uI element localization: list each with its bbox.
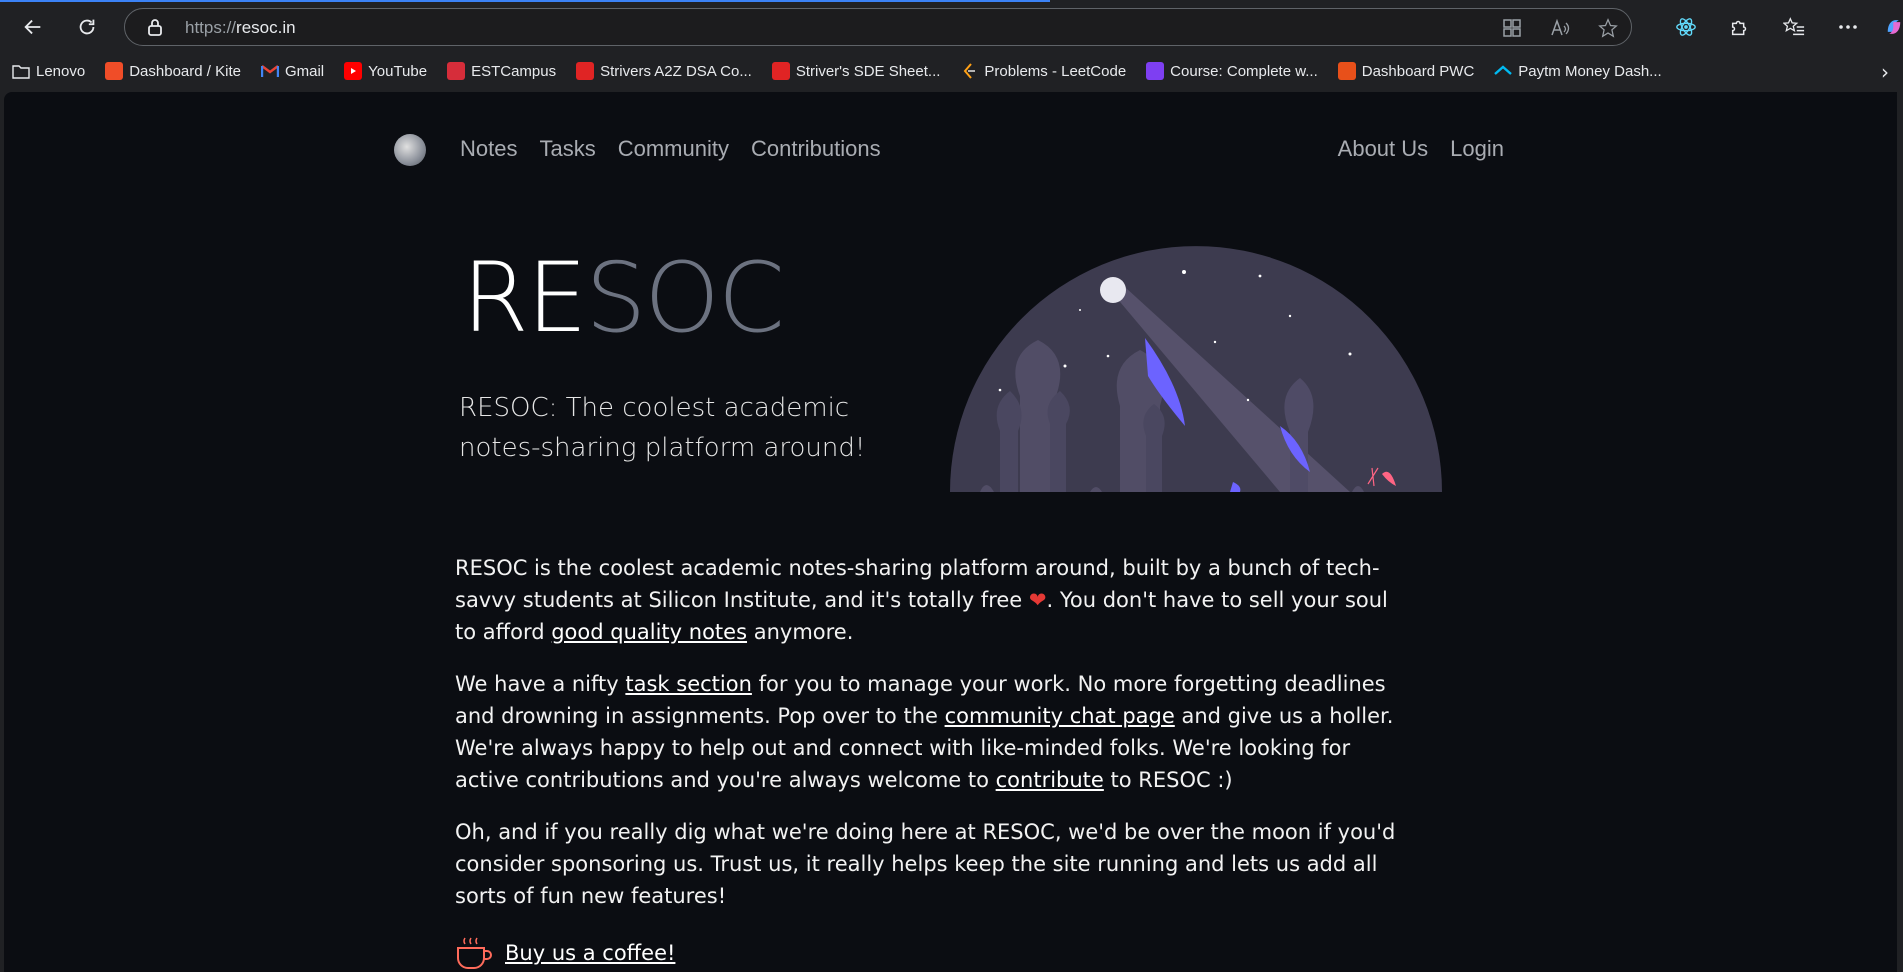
bookmark-item[interactable]: ESTCampus (447, 62, 556, 80)
intro-paragraph: RESOC is the coolest academic notes-shar… (455, 556, 1388, 644)
coffee-cup-icon (457, 937, 492, 969)
bookmark-label: Lenovo (36, 62, 86, 80)
course-icon (1146, 62, 1165, 80)
nav-link-tasks[interactable]: Tasks (539, 136, 595, 162)
bookmark-item[interactable]: Strivers A2Z DSA Co... (576, 62, 752, 80)
bookmark-item[interactable]: Dashboard / Kite (105, 62, 241, 80)
features-paragraph: We have a nifty task section for you to … (455, 672, 1394, 792)
bookmark-item[interactable]: Problems - LeetCode (960, 62, 1126, 80)
bookmarks-overflow-chevron-icon[interactable]: › (1881, 60, 1889, 84)
pwc-icon (1337, 62, 1356, 80)
bookmark-label: Striver's SDE Sheet... (795, 62, 941, 80)
bookmark-item[interactable]: Striver's SDE Sheet... (771, 62, 941, 80)
heart-icon: ❤ (1028, 588, 1047, 612)
nav-link-contributions[interactable]: Contributions (751, 136, 881, 162)
bookmark-item[interactable]: YouTube (344, 62, 427, 80)
bookmark-label: Course: Complete w... (1170, 62, 1318, 80)
site-nav-left: Notes Tasks Community Contributions (460, 136, 881, 162)
leetcode-icon (960, 62, 978, 80)
youtube-icon (344, 62, 363, 80)
bookmark-item[interactable]: Course: Complete w... (1146, 62, 1318, 80)
url-text[interactable]: https://resoc.in (185, 18, 296, 38)
react-devtools-icon[interactable] (1669, 10, 1703, 44)
good-quality-notes-link[interactable]: good quality notes (551, 620, 747, 644)
address-bar[interactable]: https://resoc.in (124, 8, 1632, 46)
copilot-icon[interactable] (1885, 10, 1903, 44)
favorite-star-icon[interactable] (1597, 17, 1619, 39)
sponsor-paragraph: Oh, and if you really dig what we're doi… (455, 820, 1396, 908)
bookmark-item[interactable]: Paytm Money Dash... (1494, 62, 1662, 80)
reload-icon (79, 19, 95, 35)
contribute-link[interactable]: contribute (996, 768, 1104, 792)
app-available-icon[interactable] (1501, 17, 1523, 39)
bookmark-label: Dashboard / Kite (129, 62, 241, 80)
nav-link-login[interactable]: Login (1450, 136, 1504, 162)
kite-icon (105, 62, 124, 80)
nav-link-community[interactable]: Community (618, 136, 729, 162)
bookmark-item[interactable]: Gmail (260, 62, 325, 80)
nav-link-notes[interactable]: Notes (460, 136, 517, 162)
bookmark-item[interactable]: Lenovo (12, 62, 85, 80)
browser-toolbar: https://resoc.in (0, 0, 1903, 54)
paytm-icon (1494, 62, 1513, 80)
about-content: RESOC is the coolest academic notes-shar… (455, 552, 1415, 932)
read-aloud-icon[interactable] (1549, 17, 1571, 39)
tuf-icon (771, 62, 790, 80)
lock-icon[interactable] (147, 18, 163, 40)
bookmark-label: YouTube (368, 62, 428, 80)
community-chat-link[interactable]: community chat page (945, 704, 1175, 728)
hero-title-soc: SOC (585, 242, 785, 354)
bookmark-label: Dashboard PWC (1361, 62, 1475, 80)
page-viewport: Notes Tasks Community Contributions Abou… (4, 92, 1897, 972)
extensions-puzzle-icon[interactable] (1723, 10, 1757, 44)
hero-title: RESOC (462, 242, 785, 354)
page-load-progress (0, 0, 1050, 2)
favorites-list-icon[interactable] (1777, 10, 1811, 44)
moon-logo-icon[interactable] (394, 134, 426, 166)
bookmark-label: ESTCampus (471, 62, 557, 80)
tuf-icon (576, 62, 595, 80)
folder-icon (12, 62, 30, 80)
more-options-icon[interactable] (1831, 10, 1865, 44)
hero-subtitle: RESOC: The coolest academic notes-sharin… (459, 393, 866, 463)
back-arrow-icon (24, 19, 41, 35)
gmail-icon (260, 62, 279, 80)
bookmark-label: Strivers A2Z DSA Co... (600, 62, 752, 80)
bookmark-label: Paytm Money Dash... (1518, 62, 1662, 80)
nav-link-about-us[interactable]: About Us (1338, 136, 1429, 162)
estcampus-icon (447, 62, 466, 80)
site-navbar: Notes Tasks Community Contributions Abou… (394, 132, 1504, 172)
bookmark-item[interactable]: Dashboard PWC (1337, 62, 1475, 80)
back-button[interactable] (16, 10, 50, 44)
task-section-link[interactable]: task section (625, 672, 752, 696)
night-forest-illustration (950, 246, 1442, 492)
reload-button[interactable] (70, 10, 104, 44)
bookmark-label: Gmail (284, 62, 325, 80)
buy-coffee-link[interactable]: Buy us a coffee! (505, 941, 675, 965)
bookmarks-bar: Lenovo Dashboard / Kite Gmail YouTube ESTCam… (0, 54, 1903, 88)
hero-title-re: RE (462, 242, 587, 354)
scrollbar[interactable] (1891, 92, 1897, 972)
buy-coffee-row: Buy us a coffee! (455, 934, 675, 972)
site-nav-right: About Us Login (1338, 136, 1504, 162)
bookmark-label: Problems - LeetCode (984, 62, 1127, 80)
